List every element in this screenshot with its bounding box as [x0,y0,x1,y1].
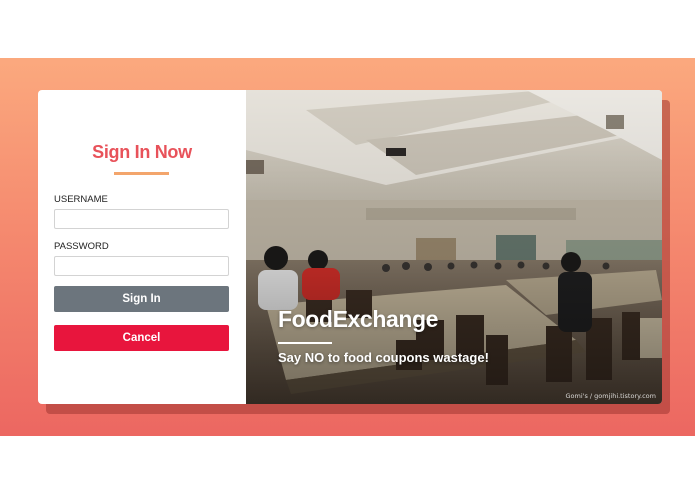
username-input[interactable] [54,209,229,229]
password-input[interactable] [54,256,229,276]
password-label: PASSWORD [54,241,109,252]
cafeteria-hero-image: FoodExchange Say NO to food coupons wast… [246,90,662,404]
login-form-panel: Sign In Now USERNAME PASSWORD Sign In Ca… [38,90,246,404]
title-underline [114,172,169,175]
cancel-button[interactable]: Cancel [54,325,229,351]
sign-in-button[interactable]: Sign In [54,286,229,312]
form-title: Sign In Now [92,142,192,162]
username-label: USERNAME [54,194,108,205]
photo-watermark: Gomi's / gomjihi.tistory.com [565,392,657,400]
hero-title-underline [278,342,332,344]
login-card: Sign In Now USERNAME PASSWORD Sign In Ca… [38,90,662,404]
hero-tagline: Say NO to food coupons wastage! [278,350,489,365]
hero-title: FoodExchange [278,306,439,332]
